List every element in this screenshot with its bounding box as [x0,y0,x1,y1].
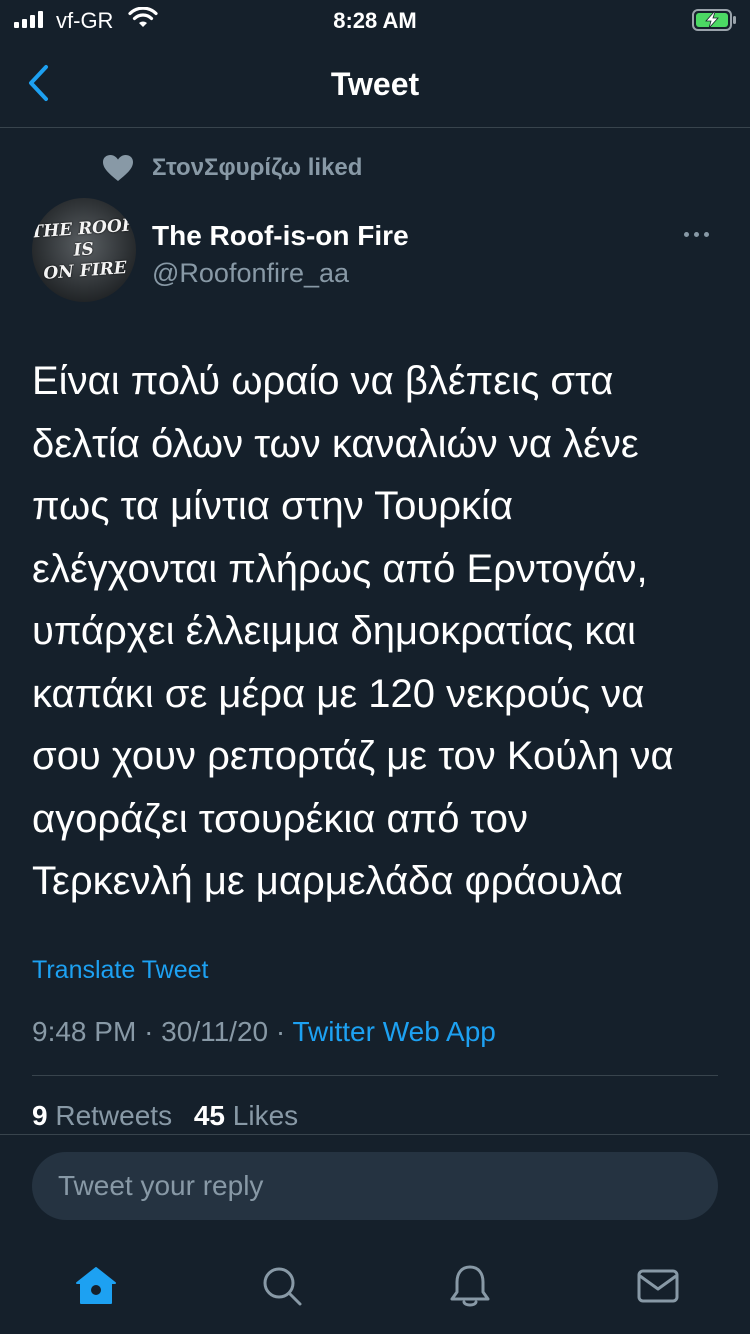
reply-placeholder: Tweet your reply [58,1170,264,1201]
tweet-date: 30/11/20 [161,1016,269,1047]
liked-by-text: ΣτονΣφυρίζω liked [152,154,363,181]
translate-tweet-link[interactable]: Translate Tweet [32,956,208,985]
author-handle[interactable]: @Roofonfire_aa [152,258,349,289]
likes-stat[interactable]: 45 Likes [194,1100,298,1131]
search-icon [263,1267,302,1306]
divider [0,1134,750,1135]
separator: · [275,1016,286,1047]
retweets-count: 9 [32,1100,48,1131]
tweet-time: 9:48 PM [32,1016,137,1047]
social-context[interactable]: ΣτονΣφυρίζω liked [102,154,362,182]
likes-label: Likes [232,1100,299,1131]
tweet-stats: 9 Retweets 45 Likes [32,1100,312,1132]
heart-icon [103,155,133,181]
battery-charging-icon [692,9,738,37]
tab-bar [0,1248,750,1334]
retweets-stat[interactable]: 9 Retweets [32,1100,180,1131]
separator: · [144,1016,154,1047]
bell-icon [450,1265,490,1307]
likes-count: 45 [193,1100,226,1131]
tab-search[interactable] [258,1262,306,1310]
tweet-metadata: 9:48 PM · 30/11/20 · Twitter Web App [32,1016,496,1048]
tab-messages[interactable] [634,1262,682,1310]
avatar-logo-text: THE ROOF IS ON FIRE [32,214,135,284]
page-title: Tweet [330,66,420,102]
tweet-text: Είναι πολύ ωραίο να βλέπεις στα δελτία ό… [32,359,674,903]
tab-home[interactable] [72,1262,120,1310]
tweet-source-link[interactable]: Twitter Web App [292,1016,495,1047]
navigation-header: Tweet [0,40,750,128]
status-bar: vf-GR 8:28 AM [0,0,750,40]
author-display-name[interactable]: The Roof-is-on Fire [152,220,409,252]
reply-input[interactable]: Tweet your reply [32,1152,718,1220]
mail-icon [637,1269,679,1303]
avatar[interactable]: THE ROOF IS ON FIRE [32,198,136,302]
retweets-label: Retweets [55,1100,173,1131]
home-icon [76,1267,116,1304]
more-options-button[interactable] [684,232,709,237]
divider [32,1075,718,1076]
tab-notifications[interactable] [446,1262,494,1310]
status-time: 8:28 AM [333,8,417,33]
